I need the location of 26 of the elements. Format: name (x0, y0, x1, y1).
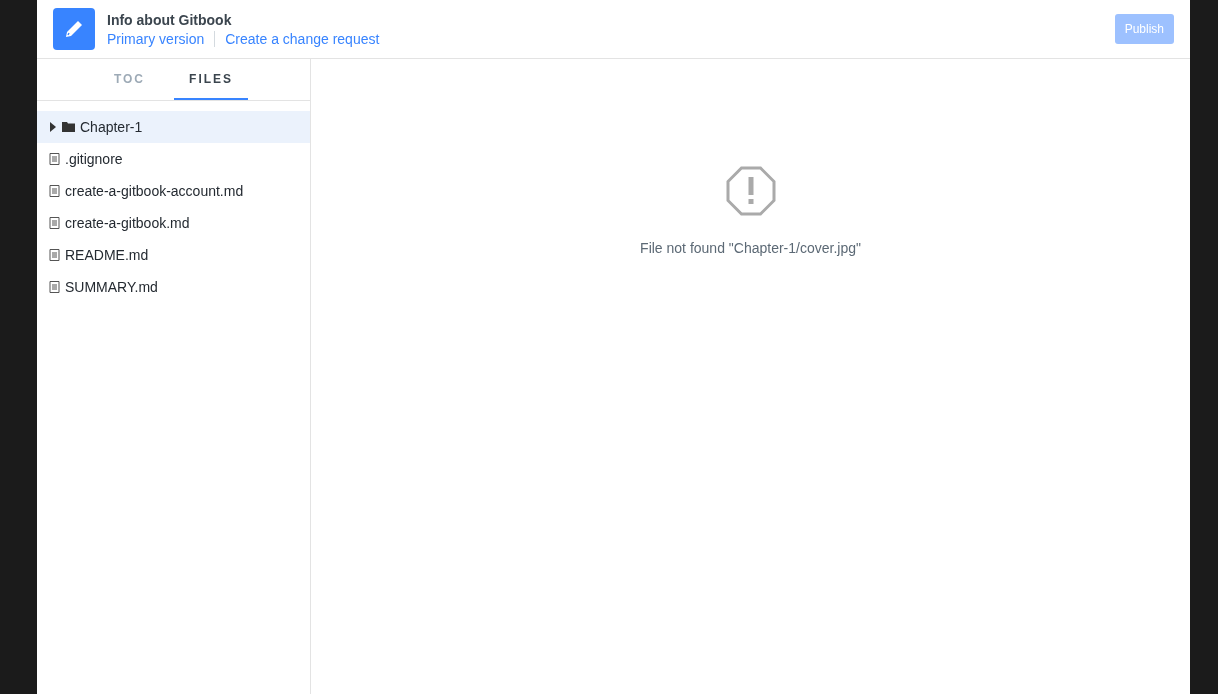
file-item[interactable]: .gitignore (37, 143, 310, 175)
document-icon (49, 185, 60, 197)
file-name: SUMMARY.md (65, 279, 158, 295)
header-link[interactable]: Create a change request (225, 30, 380, 47)
file-name: create-a-gitbook.md (65, 215, 190, 231)
file-item[interactable]: SUMMARY.md (37, 271, 310, 303)
document-icon (49, 249, 60, 261)
folder-icon (62, 122, 75, 132)
file-item[interactable]: create-a-gitbook-account.md (37, 175, 310, 207)
file-name: README.md (65, 247, 149, 263)
file-name: create-a-gitbook-account.md (65, 183, 244, 199)
error-message: File not found "Chapter-1/cover.jpg" (640, 240, 861, 256)
document-icon (49, 217, 60, 229)
file-item[interactable]: README.md (37, 239, 310, 271)
document-icon (49, 153, 60, 165)
folder-name: Chapter-1 (80, 119, 143, 135)
header-link[interactable]: Primary version (107, 30, 205, 47)
folder-item[interactable]: Chapter-1 (37, 111, 310, 143)
space-title: Info about Gitbook (107, 11, 233, 28)
document-icon (49, 281, 60, 293)
pencil-logo-icon (53, 8, 95, 50)
caret-icon[interactable] (49, 122, 57, 132)
file-item[interactable]: create-a-gitbook.md (37, 207, 310, 239)
file-name: .gitignore (65, 151, 123, 167)
sidebar-tab[interactable]: FILES (174, 59, 249, 100)
warning-octagon-icon (725, 166, 776, 216)
